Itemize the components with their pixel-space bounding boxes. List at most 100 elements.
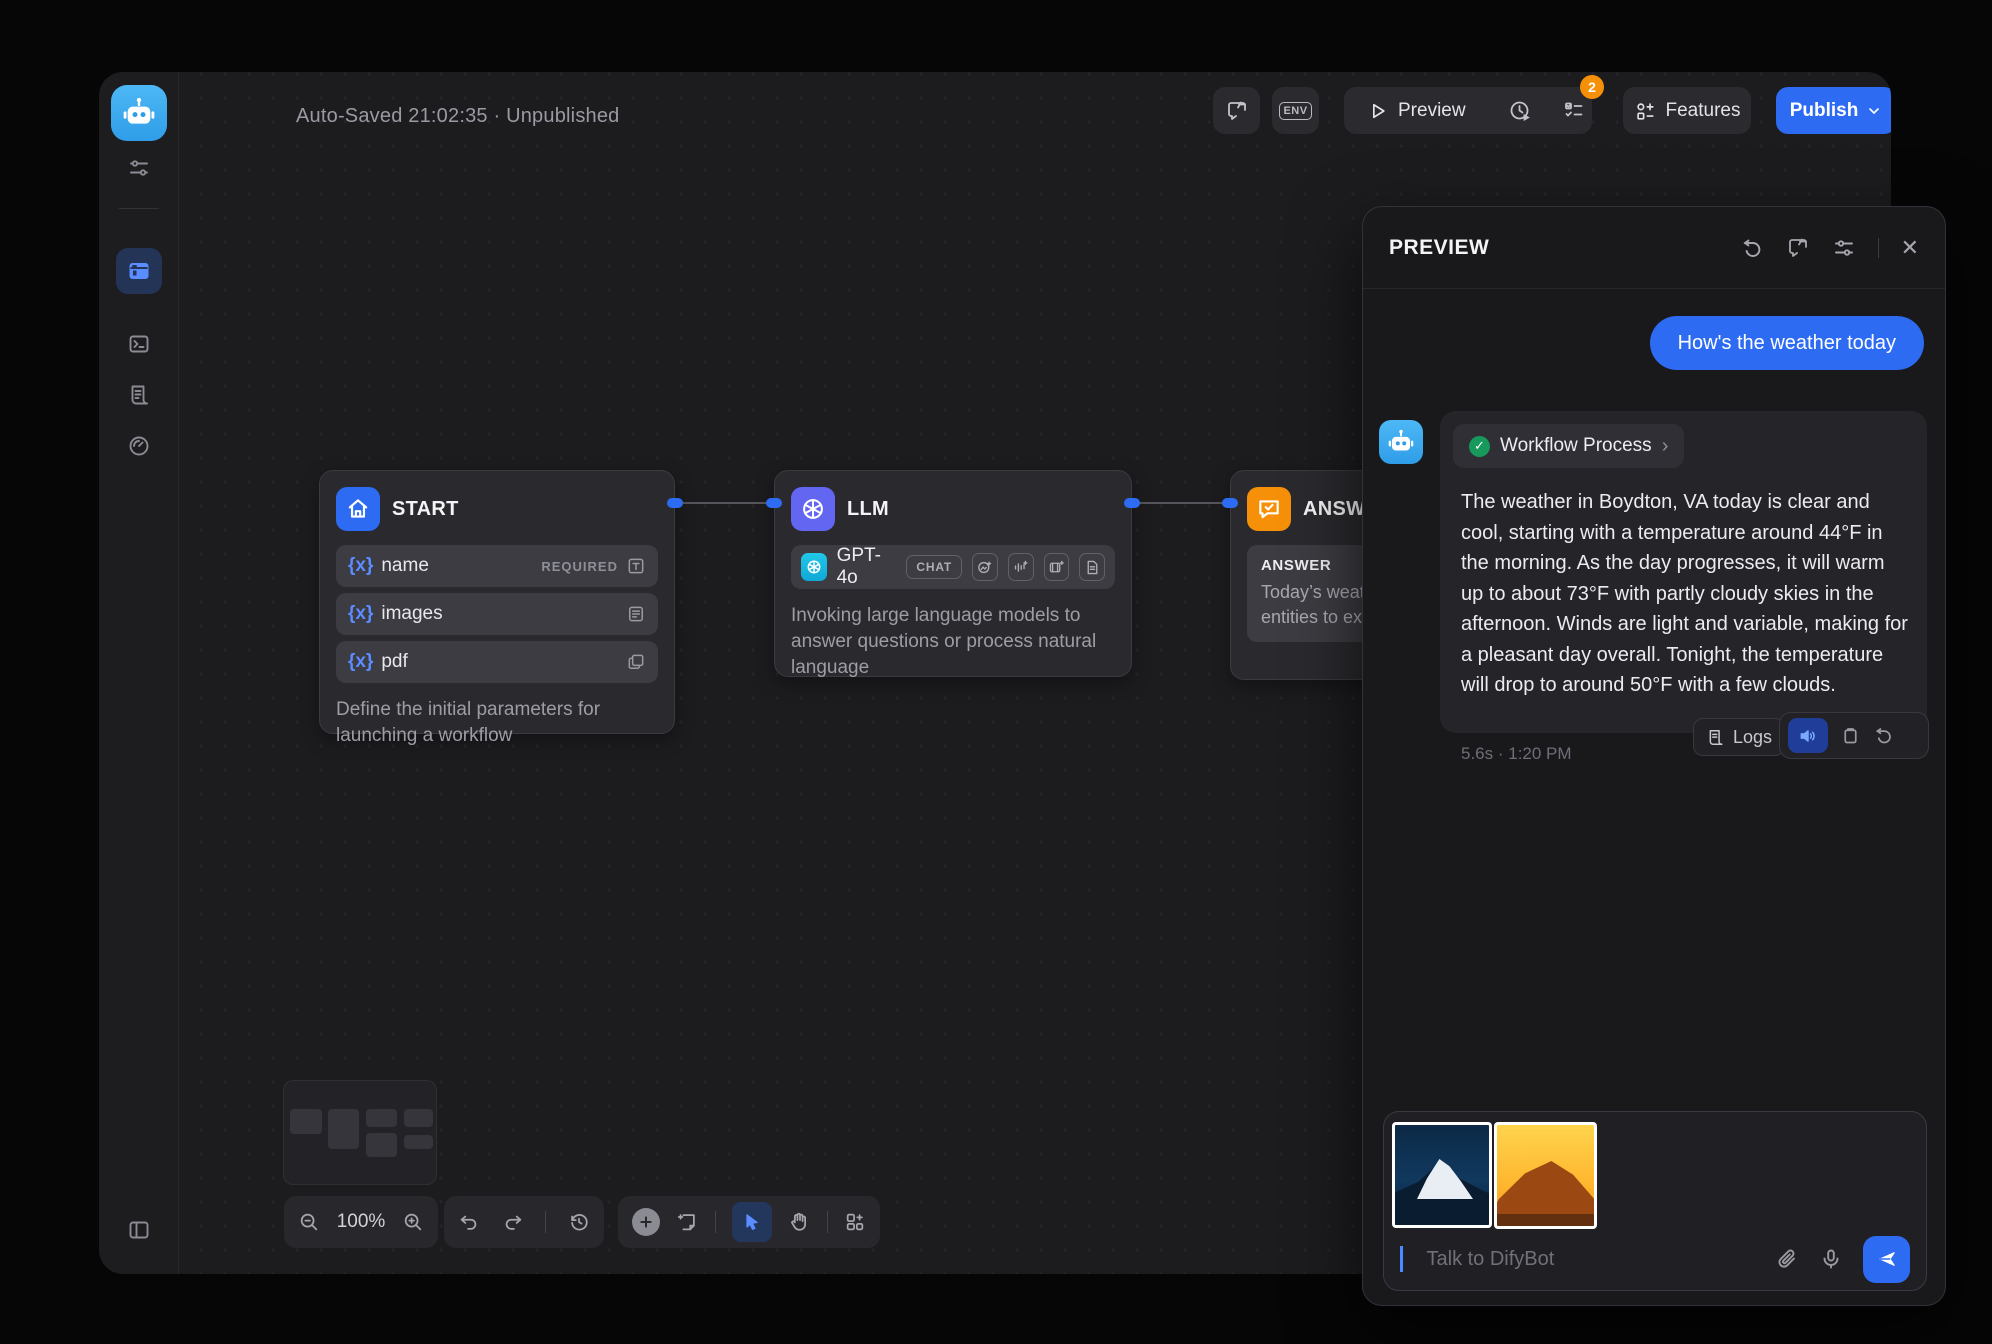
sidebar-item-workflow[interactable]: [116, 248, 162, 294]
regenerate-button[interactable]: [1873, 725, 1894, 746]
app-logo[interactable]: [111, 85, 167, 141]
openai-logo-icon: [801, 553, 827, 581]
change-history-button[interactable]: [568, 1211, 590, 1233]
checklist-icon: [1562, 99, 1586, 123]
preview-title: PREVIEW: [1389, 236, 1489, 260]
env-button[interactable]: ENV: [1272, 87, 1319, 134]
logs-button[interactable]: Logs: [1693, 718, 1785, 756]
collapse-sidebar-button[interactable]: [127, 1218, 151, 1242]
redo-button[interactable]: [502, 1211, 524, 1233]
attach-file-button[interactable]: [1775, 1247, 1799, 1271]
logs-label: Logs: [1733, 727, 1772, 748]
divider: [119, 208, 159, 209]
restart-conversation-button[interactable]: [1740, 236, 1764, 260]
field-name: name: [381, 555, 429, 577]
sidebar-item-monitoring[interactable]: [116, 423, 162, 469]
zoom-out-button[interactable]: [298, 1211, 320, 1233]
variable-icon: {x}: [348, 603, 373, 625]
sidebar: [99, 72, 179, 1274]
annotation-button[interactable]: [1213, 87, 1260, 134]
publish-label: Publish: [1790, 100, 1859, 122]
answer-input-handle[interactable]: [1222, 498, 1238, 508]
attachment-thumbnail-night-mountain[interactable]: [1392, 1122, 1492, 1228]
model-selector[interactable]: GPT-4o CHAT: [791, 545, 1115, 589]
settings-sliders-icon[interactable]: [1832, 236, 1856, 260]
text-caret: [1400, 1246, 1403, 1272]
preview-run-button[interactable]: Preview: [1344, 100, 1490, 122]
publish-button[interactable]: Publish: [1776, 87, 1891, 134]
pointer-tool-button[interactable]: [732, 1202, 772, 1242]
field-name: images: [381, 603, 442, 625]
llm-brain-icon: [791, 487, 835, 531]
organize-blocks-button[interactable]: [844, 1211, 866, 1233]
zoom-in-button[interactable]: [402, 1211, 424, 1233]
audio-icon: [1008, 553, 1034, 581]
sidebar-item-orchestrate[interactable]: [116, 145, 162, 191]
llm-output-handle[interactable]: [1124, 498, 1140, 508]
sidebar-item-logs[interactable]: [116, 372, 162, 418]
message-meta: 5.6s · 1:20 PM: [1461, 744, 1572, 764]
success-check-icon: ✓: [1469, 436, 1490, 457]
chat-mode-badge: CHAT: [906, 555, 962, 579]
workflow-app: Auto-Saved 21:02:35 · Unpublished ENV Pr…: [0, 0, 1992, 1344]
edge-llm-answer: [1132, 502, 1230, 504]
checklist-count-badge: 2: [1580, 75, 1604, 99]
start-node-description: Define the initial parameters for launch…: [336, 697, 658, 749]
chat-input[interactable]: Talk to DifyBot: [1427, 1248, 1756, 1271]
llm-node-title: LLM: [847, 498, 889, 521]
llm-node[interactable]: LLM GPT-4o CHAT: [774, 470, 1132, 677]
required-tag: REQUIRED: [541, 559, 618, 574]
start-field-name[interactable]: {x} name REQUIRED: [336, 545, 658, 587]
annotation-icon[interactable]: [1786, 236, 1810, 260]
minimap[interactable]: [283, 1080, 437, 1185]
start-field-images[interactable]: {x} images: [336, 593, 658, 635]
speaker-button[interactable]: [1788, 718, 1828, 753]
workflow-process-label: Workflow Process: [1500, 435, 1652, 457]
chevron-down-icon: [1866, 103, 1882, 119]
files-icon: [626, 652, 646, 672]
field-name: pdf: [381, 651, 407, 673]
start-field-pdf[interactable]: {x} pdf: [336, 641, 658, 683]
llm-input-handle[interactable]: [766, 498, 782, 508]
history-controls: [444, 1196, 604, 1248]
attachment-thumbnail-sunset-mountain[interactable]: [1494, 1122, 1597, 1229]
edge-start-llm: [675, 502, 774, 504]
send-button[interactable]: [1863, 1236, 1910, 1283]
zoom-level[interactable]: 100%: [337, 1211, 386, 1233]
undo-button[interactable]: [458, 1211, 480, 1233]
preview-header: PREVIEW ✕: [1363, 207, 1945, 289]
preview-panel: PREVIEW ✕ How's the weather today: [1362, 206, 1946, 1306]
variable-icon: {x}: [348, 555, 373, 577]
run-history-button[interactable]: [1490, 99, 1550, 123]
message-actions: [1779, 712, 1929, 759]
llm-node-description: Invoking large language models to answer…: [791, 603, 1115, 681]
add-node-button[interactable]: [632, 1208, 660, 1236]
features-button[interactable]: Features: [1623, 87, 1751, 134]
copy-button[interactable]: [1840, 725, 1861, 746]
chat-input-container: Talk to DifyBot: [1383, 1111, 1927, 1291]
text-input-icon: [626, 556, 646, 576]
workflow-process-toggle[interactable]: ✓ Workflow Process ›: [1453, 424, 1684, 468]
start-output-handle[interactable]: [667, 498, 683, 508]
zoom-controls: 100%: [284, 1196, 438, 1248]
features-label: Features: [1666, 100, 1741, 122]
vision-icon: [972, 553, 998, 581]
microphone-button[interactable]: [1819, 1247, 1843, 1271]
features-icon: [1634, 100, 1656, 122]
clock-play-icon: [1508, 99, 1532, 123]
document-icon: [1079, 553, 1105, 581]
logs-icon: [1706, 728, 1725, 747]
close-icon[interactable]: ✕: [1901, 235, 1919, 261]
sidebar-item-terminal[interactable]: [116, 321, 162, 367]
checklist-button[interactable]: [1550, 99, 1598, 123]
start-node[interactable]: START {x} name REQUIRED {x} images: [319, 470, 675, 734]
bot-message-text: The weather in Boydton, VA today is clea…: [1461, 487, 1909, 701]
bot-avatar: [1379, 420, 1423, 464]
chat-edit-icon: [1225, 99, 1249, 123]
chevron-right-icon: ›: [1662, 435, 1669, 458]
add-note-button[interactable]: [676, 1211, 698, 1233]
env-icon: ENV: [1279, 102, 1311, 120]
hand-tool-button[interactable]: [788, 1211, 810, 1233]
video-icon: [1044, 553, 1070, 581]
play-icon: [1368, 101, 1388, 121]
